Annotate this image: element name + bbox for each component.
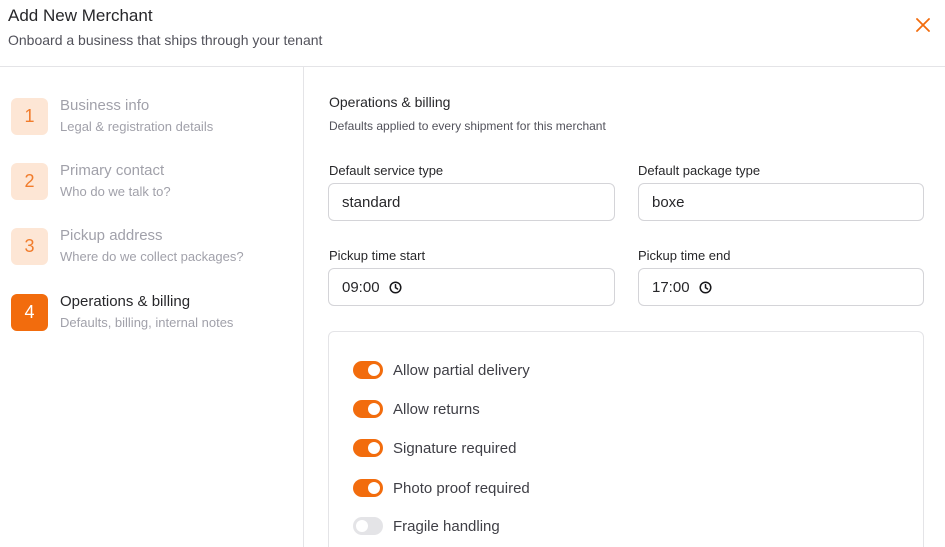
- step-business-info[interactable]: 1 Business info Legal & registration det…: [11, 97, 291, 147]
- toggle-label: Photo proof required: [393, 479, 530, 497]
- clock-icon[interactable]: [698, 280, 712, 294]
- step-title: Business info: [60, 97, 150, 114]
- package-type-label: Default package type: [638, 163, 761, 178]
- stepper-sidebar: 1 Business info Legal & registration det…: [0, 67, 304, 547]
- toggle-switch[interactable]: [353, 439, 383, 457]
- package-type-value: boxe: [652, 193, 685, 211]
- step-description: Where do we collect packages?: [60, 249, 244, 264]
- step-title: Operations & billing: [60, 293, 191, 310]
- toggle-allow-returns[interactable]: Allow returns: [353, 399, 480, 419]
- dialog-title: Add New Merchant: [8, 6, 153, 25]
- toggle-switch[interactable]: [353, 400, 383, 418]
- clock-icon[interactable]: [388, 280, 402, 294]
- step-pickup-address[interactable]: 3 Pickup address Where do we collect pac…: [11, 227, 291, 277]
- form-panel: Operations & billing Defaults applied to…: [305, 67, 945, 547]
- close-button[interactable]: [912, 14, 934, 36]
- toggle-label: Allow returns: [393, 400, 480, 418]
- step-operations-billing[interactable]: 4 Operations & billing Defaults, billing…: [11, 293, 291, 343]
- toggle-label: Fragile handling: [393, 517, 500, 535]
- step-title: Pickup address: [60, 227, 163, 244]
- toggle-fragile-handling[interactable]: Fragile handling: [353, 516, 500, 536]
- dialog-header: Add New Merchant Onboard a business that…: [0, 0, 945, 67]
- pickup-start-label: Pickup time start: [329, 248, 426, 263]
- step-number: 4: [11, 294, 48, 331]
- step-description: Who do we talk to?: [60, 184, 171, 199]
- toggle-label: Signature required: [393, 439, 517, 457]
- pickup-end-input[interactable]: 17:00: [638, 268, 924, 306]
- step-description: Defaults, billing, internal notes: [60, 315, 234, 330]
- pickup-end-label: Pickup time end: [638, 248, 731, 263]
- pickup-start-value: 09:00: [342, 278, 380, 296]
- step-description: Legal & registration details: [60, 119, 214, 134]
- package-type-input[interactable]: boxe: [638, 183, 924, 221]
- step-number: 2: [11, 163, 48, 200]
- step-number: 1: [11, 98, 48, 135]
- pickup-start-input[interactable]: 09:00: [328, 268, 615, 306]
- toggle-switch[interactable]: [353, 479, 383, 497]
- pickup-end-value: 17:00: [652, 278, 690, 296]
- service-type-label: Default service type: [329, 163, 444, 178]
- step-number: 3: [11, 228, 48, 265]
- toggle-allow-partial-delivery[interactable]: Allow partial delivery: [353, 360, 530, 380]
- toggle-switch[interactable]: [353, 517, 383, 535]
- step-primary-contact[interactable]: 2 Primary contact Who do we talk to?: [11, 162, 291, 212]
- dialog-subtitle: Onboard a business that ships through yo…: [8, 32, 323, 48]
- toggle-signature-required[interactable]: Signature required: [353, 438, 516, 458]
- options-card: Allow partial delivery Allow returns Sig…: [328, 331, 924, 547]
- section-description: Defaults applied to every shipment for t…: [329, 119, 606, 133]
- section-title: Operations & billing: [329, 94, 451, 110]
- toggle-label: Allow partial delivery: [393, 361, 530, 379]
- toggle-photo-proof-required[interactable]: Photo proof required: [353, 478, 530, 498]
- step-title: Primary contact: [60, 162, 165, 179]
- close-icon: [916, 18, 930, 32]
- service-type-input[interactable]: standard: [328, 183, 615, 221]
- toggle-switch[interactable]: [353, 361, 383, 379]
- service-type-value: standard: [342, 193, 401, 211]
